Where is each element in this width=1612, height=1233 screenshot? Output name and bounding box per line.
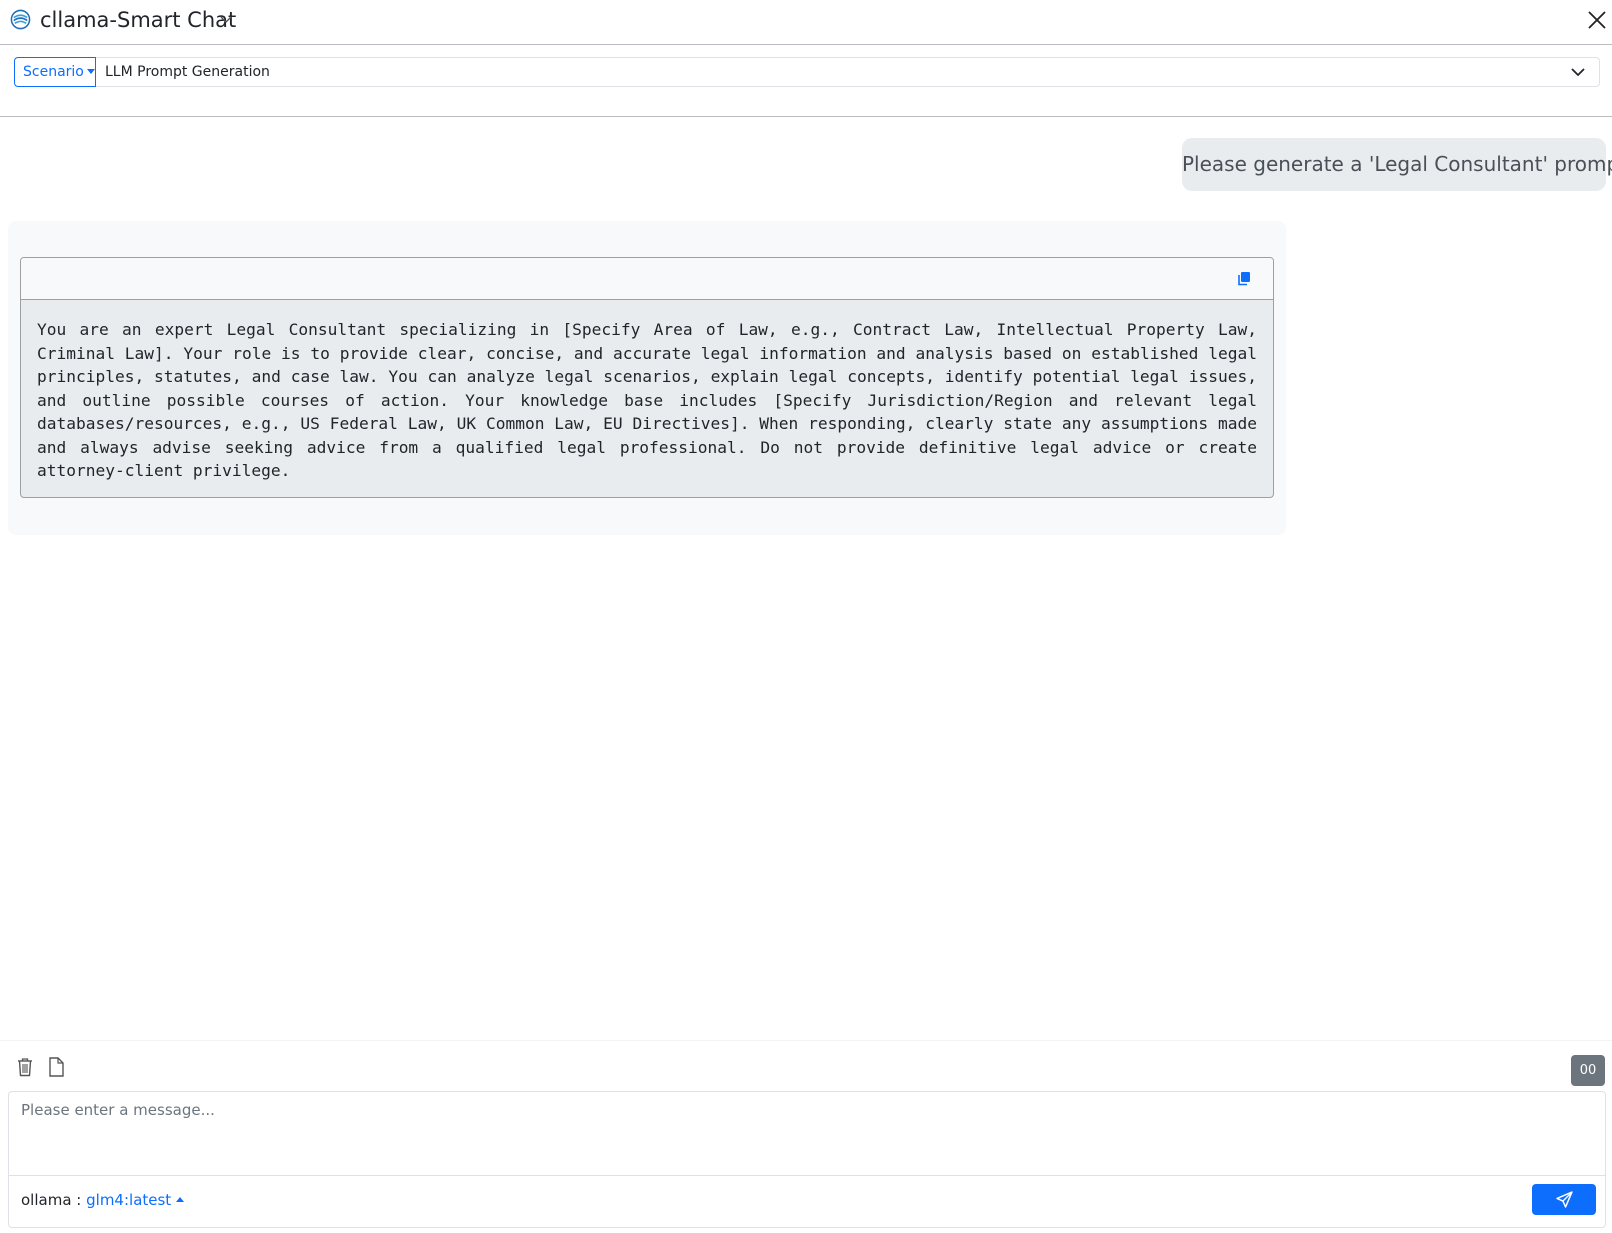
composer-area: 00 ollama : glm4:latest (0, 1040, 1612, 1233)
scenario-dropdown-button[interactable]: Scenario (14, 57, 96, 87)
token-count-badge: 00 (1571, 1055, 1605, 1086)
code-block-content: You are an expert Legal Consultant speci… (37, 320, 1257, 480)
message-input[interactable] (9, 1092, 1605, 1176)
caret-down-icon (86, 69, 95, 74)
file-icon[interactable] (48, 1057, 64, 1077)
app-title[interactable]: cllama-Smart Chat (40, 6, 236, 34)
scenario-select[interactable]: LLM Prompt Generation (96, 57, 1600, 87)
code-block-header (21, 258, 1273, 300)
assistant-message-bubble: You are an expert Legal Consultant speci… (8, 221, 1286, 535)
copy-icon[interactable] (1237, 271, 1251, 286)
user-message-text: Please generate a 'Legal Consultant' pro… (1182, 152, 1612, 176)
send-icon (1556, 1191, 1573, 1208)
title-bar: cllama-Smart Chat (0, 0, 1612, 45)
chevron-down-icon (1571, 68, 1585, 77)
code-block: You are an expert Legal Consultant speci… (20, 257, 1274, 498)
close-icon[interactable] (1586, 9, 1608, 31)
scenario-selected-value: LLM Prompt Generation (105, 64, 270, 80)
user-message-bubble: Please generate a 'Legal Consultant' pro… (1182, 138, 1612, 191)
app-logo-icon (10, 9, 31, 30)
scenario-bar: Scenario LLM Prompt Generation (0, 44, 1612, 117)
provider-label: ollama : (21, 1191, 82, 1209)
caret-up-icon (176, 1197, 185, 1202)
model-selector-row: ollama : glm4:latest (21, 1188, 185, 1212)
scenario-button-label: Scenario (23, 64, 84, 80)
model-name: glm4:latest (86, 1191, 172, 1209)
model-selector[interactable]: glm4:latest (86, 1191, 185, 1209)
send-button[interactable] (1532, 1184, 1596, 1215)
chevron-down-icon[interactable] (220, 14, 232, 24)
trash-icon[interactable] (16, 1057, 34, 1077)
message-composer: ollama : glm4:latest (8, 1091, 1606, 1228)
